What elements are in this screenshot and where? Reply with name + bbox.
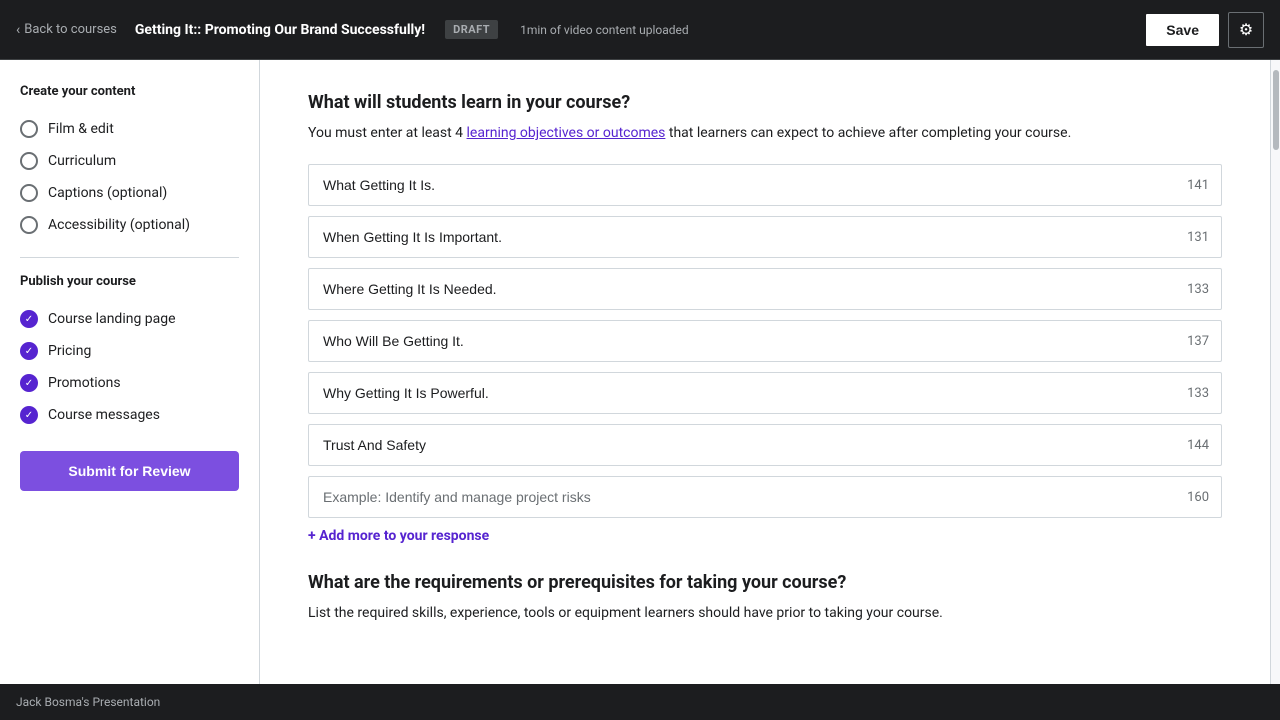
sidebar-label-pricing: Pricing	[48, 343, 91, 359]
radio-captions	[20, 184, 38, 202]
submit-review-button[interactable]: Submit for Review	[20, 451, 239, 491]
sidebar-label-accessibility: Accessibility (optional)	[48, 217, 190, 233]
check-course-messages: ✓	[20, 406, 38, 424]
char-count-6: 144	[1187, 438, 1221, 453]
objective-input-1[interactable]	[309, 165, 1187, 205]
objective-input-row-1: 141	[308, 164, 1222, 206]
course-title: Getting It:: Promoting Our Brand Success…	[135, 22, 425, 38]
check-course-landing: ✓	[20, 310, 38, 328]
radio-accessibility	[20, 216, 38, 234]
objective-input-row-2: 131	[308, 216, 1222, 258]
bottom-bar: Jack Bosma's Presentation	[0, 684, 1280, 720]
create-section-title: Create your content	[20, 84, 239, 99]
objective-input-row-7: 160	[308, 476, 1222, 518]
char-count-5: 133	[1187, 386, 1221, 401]
back-to-courses-link[interactable]: ‹ Back to courses	[16, 22, 117, 38]
publish-section-title: Publish your course	[20, 274, 239, 289]
main-layout: Create your content Film & edit Curricul…	[0, 60, 1280, 684]
sidebar-label-course-messages: Course messages	[48, 407, 160, 423]
sidebar-item-pricing[interactable]: ✓ Pricing	[20, 335, 239, 367]
sidebar-item-captions[interactable]: Captions (optional)	[20, 177, 239, 209]
objectives-desc-after: that learners can expect to achieve afte…	[665, 125, 1071, 141]
objective-input-row-4: 137	[308, 320, 1222, 362]
sidebar-item-film-edit[interactable]: Film & edit	[20, 113, 239, 145]
sidebar-label-film-edit: Film & edit	[48, 121, 114, 137]
objective-input-6[interactable]	[309, 425, 1187, 465]
chevron-left-icon: ‹	[16, 22, 20, 38]
radio-curriculum	[20, 152, 38, 170]
objective-input-row-6: 144	[308, 424, 1222, 466]
objectives-heading: What will students learn in your course?	[308, 92, 1222, 113]
sidebar-label-course-landing: Course landing page	[48, 311, 176, 327]
save-button[interactable]: Save	[1145, 13, 1220, 47]
content-area: What will students learn in your course?…	[260, 60, 1270, 684]
char-count-3: 133	[1187, 282, 1221, 297]
sidebar-item-curriculum[interactable]: Curriculum	[20, 145, 239, 177]
topbar: ‹ Back to courses Getting It:: Promoting…	[0, 0, 1280, 60]
char-count-2: 131	[1187, 230, 1221, 245]
objectives-desc-before: You must enter at least 4	[308, 125, 467, 141]
objective-input-4[interactable]	[309, 321, 1187, 361]
objectives-link[interactable]: learning objectives or outcomes	[467, 125, 666, 141]
check-pricing: ✓	[20, 342, 38, 360]
sidebar-item-promotions[interactable]: ✓ Promotions	[20, 367, 239, 399]
upload-status: 1min of video content uploaded	[520, 23, 689, 37]
char-count-4: 137	[1187, 334, 1221, 349]
settings-button[interactable]: ⚙	[1228, 12, 1264, 48]
sidebar-item-course-messages[interactable]: ✓ Course messages	[20, 399, 239, 431]
sidebar-item-course-landing[interactable]: ✓ Course landing page	[20, 303, 239, 335]
objective-input-3[interactable]	[309, 269, 1187, 309]
sidebar-label-captions: Captions (optional)	[48, 185, 167, 201]
radio-film-edit	[20, 120, 38, 138]
scrollbar-track[interactable]	[1270, 60, 1280, 684]
objectives-description: You must enter at least 4 learning objec…	[308, 123, 1222, 144]
topbar-left: ‹ Back to courses Getting It:: Promoting…	[16, 20, 1145, 39]
requirements-description: List the required skills, experience, to…	[308, 603, 1222, 624]
sidebar-item-accessibility[interactable]: Accessibility (optional)	[20, 209, 239, 241]
objective-input-7[interactable]	[309, 477, 1187, 517]
char-count-1: 141	[1187, 178, 1221, 193]
objective-input-5[interactable]	[309, 373, 1187, 413]
gear-icon: ⚙	[1239, 20, 1253, 40]
sidebar: Create your content Film & edit Curricul…	[0, 60, 260, 684]
topbar-right: Save ⚙	[1145, 12, 1264, 48]
back-label: Back to courses	[24, 22, 117, 37]
scrollbar-thumb	[1273, 70, 1279, 150]
sidebar-label-promotions: Promotions	[48, 375, 121, 391]
requirements-heading: What are the requirements or prerequisit…	[308, 572, 1222, 593]
check-promotions: ✓	[20, 374, 38, 392]
draft-badge: DRAFT	[445, 20, 498, 39]
sidebar-label-curriculum: Curriculum	[48, 153, 116, 169]
sidebar-divider	[20, 257, 239, 258]
char-count-7: 160	[1187, 490, 1221, 505]
objective-input-row-3: 133	[308, 268, 1222, 310]
presentation-label: Jack Bosma's Presentation	[16, 695, 160, 709]
objective-input-row-5: 133	[308, 372, 1222, 414]
add-more-button[interactable]: + Add more to your response	[308, 528, 1222, 544]
objective-input-2[interactable]	[309, 217, 1187, 257]
